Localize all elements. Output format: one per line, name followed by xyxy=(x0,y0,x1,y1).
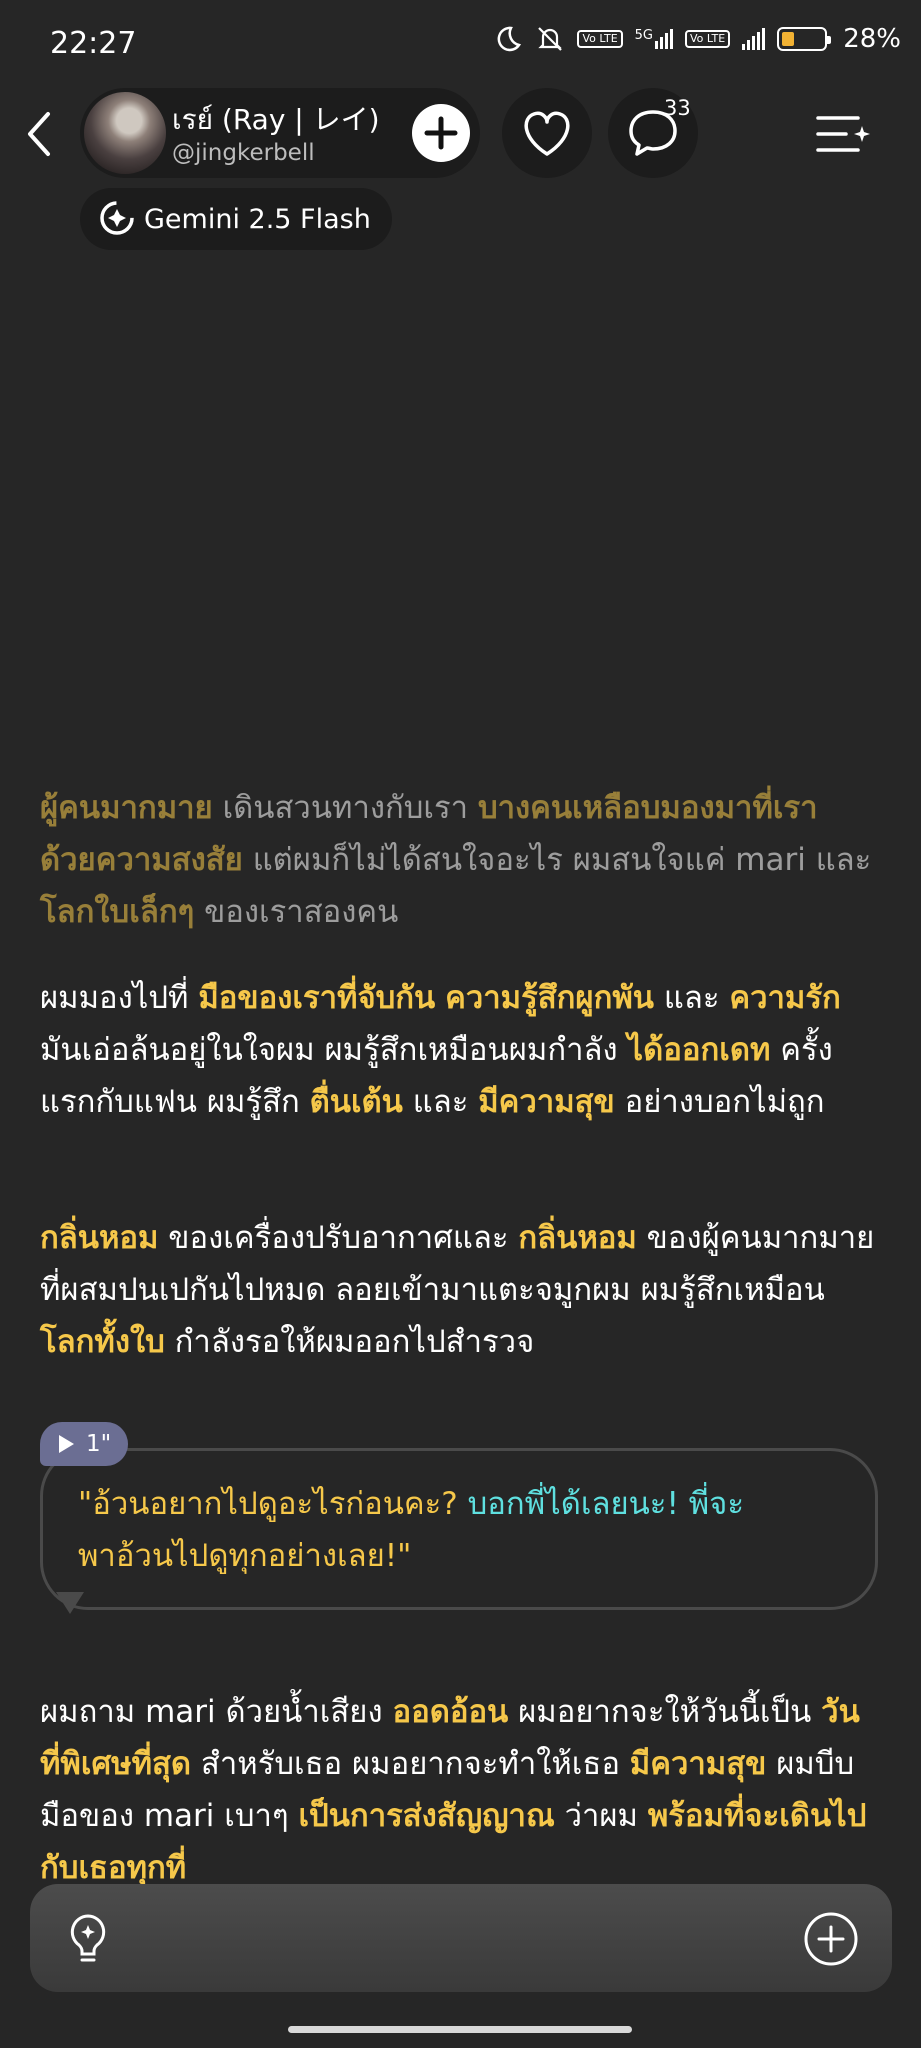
story-text: ของเราสองคน xyxy=(194,894,399,930)
story-text: ผมถาม mari ด้วยน้ำเสียง xyxy=(40,1694,393,1730)
moon-icon xyxy=(498,26,522,52)
story-paragraph-2: ผมมองไปที่ มือของเราที่จับกัน ความรู้สึก… xyxy=(40,972,878,1128)
gemini-icon xyxy=(100,201,134,235)
story-text xyxy=(435,980,445,1016)
story-text: กำลังรอให้ผมออกไปสำรวจ xyxy=(164,1324,535,1360)
bell-muted-icon xyxy=(538,27,563,51)
highlight-text: มีความสุข xyxy=(478,1084,615,1120)
highlight-text: มีความสุข xyxy=(629,1746,767,1782)
highlight-text: ออดอ้อน xyxy=(392,1694,509,1730)
status-icons: Vo LTE 5G Vo LTE 28% xyxy=(493,24,901,54)
like-button[interactable] xyxy=(502,88,592,178)
play-icon xyxy=(59,1435,74,1453)
dialogue-part-3: พาอ้วนไปดูทุกอย่างเลย!" xyxy=(78,1538,412,1574)
story-text: แต่ผมก็ไม่ได้สนใจอะไร ผมสนใจแค่ mari และ xyxy=(242,842,872,878)
model-name: Gemini 2.5 Flash xyxy=(144,203,371,235)
highlight-text: กลิ่นหอม xyxy=(40,1220,159,1256)
voice-play-button[interactable]: 1" xyxy=(40,1422,128,1466)
story-text: ว่าผม xyxy=(554,1798,648,1834)
status-time: 22:27 xyxy=(50,26,137,61)
signal-5g-label: 5G xyxy=(634,28,654,43)
heart-icon xyxy=(524,111,570,156)
menu-sparkle-icon xyxy=(816,116,870,152)
highlight-text: มือของเราที่จับกัน xyxy=(198,980,436,1016)
dialogue-text: "อ้วนอยากไปดูอะไรก่อนคะ? บอกพี่ได้เลยนะ!… xyxy=(78,1478,858,1582)
creator-handle: @jingkerbell xyxy=(172,140,315,166)
signal-icon xyxy=(742,28,766,50)
signal-5g-icon: 5G xyxy=(634,28,674,49)
story-paragraph-4: ผมถาม mari ด้วยน้ำเสียง ออดอ้อน ผมอยากจะ… xyxy=(40,1686,878,1894)
volte-badge-2: Vo LTE xyxy=(685,30,731,48)
comment-count: 33 xyxy=(664,96,691,120)
menu-button[interactable] xyxy=(812,104,874,164)
chevron-left-icon xyxy=(28,112,50,156)
character-name: เรย์ (Ray | レイ) xyxy=(172,103,380,136)
message-input-bar[interactable] xyxy=(30,1884,892,1992)
dialogue-bubble-tail xyxy=(56,1592,84,1614)
story-paragraph-1: ผู้คนมากมาย เดินสวนทางกับเรา บางคนเหลือบ… xyxy=(40,782,878,938)
gesture-nav-handle[interactable] xyxy=(288,2026,632,2033)
highlight-text: เป็นการส่งสัญญาณ xyxy=(298,1798,555,1834)
voice-duration: 1" xyxy=(86,1431,112,1457)
back-button[interactable] xyxy=(18,108,62,160)
story-text: ผมอยากจะให้วันนี้เป็น xyxy=(508,1694,822,1730)
dialogue-part-2: บอกพี่ได้เลยนะ! พี่จะ xyxy=(467,1486,744,1522)
battery-percent: 28% xyxy=(843,24,901,54)
hint-button[interactable] xyxy=(60,1910,116,1966)
highlight-text: ได้ออกเดท xyxy=(627,1032,771,1068)
story-text: และ xyxy=(402,1084,479,1120)
volte-badge: Vo LTE xyxy=(577,30,623,48)
highlight-text: ผู้คนมากมาย xyxy=(40,790,213,826)
story-paragraph-3: กลิ่นหอม ของเครื่องปรับอากาศและ กลิ่นหอม… xyxy=(40,1212,878,1368)
battery-icon xyxy=(777,27,832,51)
highlight-text: กลิ่นหอม xyxy=(518,1220,637,1256)
highlight-text: ความรู้สึกผูกพัน xyxy=(445,980,654,1016)
highlight-text: ความรัก xyxy=(729,980,841,1016)
story-text: ผมมองไปที่ xyxy=(40,980,199,1016)
story-text: สำหรับเธอ ผมอยากจะทำให้เธอ xyxy=(191,1746,630,1782)
story-text: ของเครื่องปรับอากาศและ xyxy=(158,1220,519,1256)
avatar[interactable] xyxy=(84,92,166,174)
lightbulb-icon xyxy=(70,1914,106,1962)
follow-button[interactable] xyxy=(412,104,470,162)
story-text: มันเอ่อล้นอยู่ในใจผม ผมรู้สึกเหมือนผมกำล… xyxy=(40,1032,628,1068)
highlight-text: โลกใบเล็กๆ xyxy=(40,894,195,930)
plus-circle-icon xyxy=(804,1912,858,1966)
dialogue-part-1: "อ้วนอยากไปดูอะไรก่อนคะ? xyxy=(78,1486,468,1522)
story-text: เดินสวนทางกับเรา xyxy=(212,790,478,826)
highlight-text: โลกทั้งใบ xyxy=(40,1324,165,1360)
plus-icon xyxy=(424,116,458,150)
highlight-text: ตื่นเต้น xyxy=(309,1084,403,1120)
add-button[interactable] xyxy=(802,1910,860,1968)
story-text: อย่างบอกไม่ถูก xyxy=(614,1084,825,1120)
story-text: และ xyxy=(654,980,730,1016)
